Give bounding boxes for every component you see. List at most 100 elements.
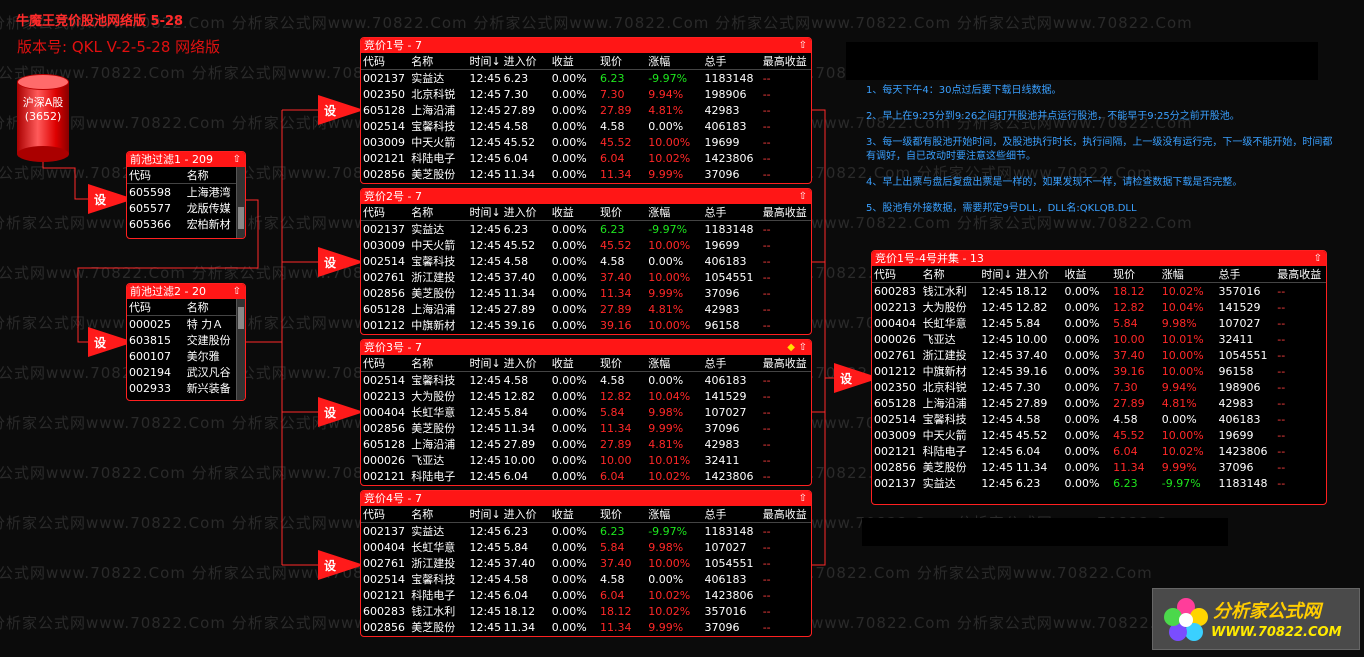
table-row[interactable]: 002514 宝馨科技 12:45 4.58 0.00% 4.58 0.00% 406183-… — [361, 253, 811, 269]
column-header[interactable]: 总手 — [702, 53, 761, 70]
column-header[interactable]: 总手 — [1216, 266, 1276, 283]
set-node-6[interactable]: 设 — [318, 550, 366, 580]
column-header[interactable]: 收益 — [549, 204, 598, 221]
table-row[interactable]: 002137 实益达 12:45 6.23 0.00% 6.23 -9.97% 1183148… — [361, 221, 811, 238]
column-header[interactable]: 代码 — [361, 506, 410, 523]
set-node-3[interactable]: 设 — [318, 95, 366, 125]
table-row[interactable]: 000026 飞亚达 12:45 10.00 0.00% 10.00 10.01% 32411… — [872, 331, 1326, 347]
column-header[interactable]: 总手 — [702, 355, 761, 372]
list-item[interactable]: 603815 交建股份 — [127, 332, 245, 348]
table-row[interactable]: 605128 上海沿浦 12:45 27.89 0.00% 27.89 4.81% 42983… — [361, 436, 811, 452]
column-header[interactable]: 涨幅 — [646, 204, 703, 221]
auction-panel-1[interactable]: 竞价1号 - 7 ⇧ 代码 名称 时间↓ 进入价 收益 现价 涨幅 总手 最高收益 002137 实益… — [360, 37, 812, 184]
table-row[interactable]: 002121 科陆电子 12:45 6.04 0.00% 6.04 10.02% 142380… — [361, 468, 811, 484]
table-row[interactable]: 002121 科陆电子 12:45 6.04 0.00% 6.04 10.02% 142380… — [872, 443, 1326, 459]
collapse-icon[interactable]: ⇧ — [233, 152, 241, 167]
table-row[interactable]: 002350 北京科锐 12:45 7.30 0.00% 7.30 9.94% 198906-… — [361, 86, 811, 102]
table-row[interactable]: 002121 科陆电子 12:45 6.04 0.00% 6.04 10.02% 142380… — [361, 150, 811, 166]
table-row[interactable]: 002137 实益达 12:45 6.23 0.00% 6.23 -9.97% 1183148… — [361, 523, 811, 540]
table-row[interactable]: 605128 上海沿浦 12:45 27.89 0.00% 27.89 4.81% 42983… — [361, 301, 811, 317]
list-item[interactable]: 002194 武汉凡谷 — [127, 364, 245, 380]
table-row[interactable]: 002761 浙江建投 12:45 37.40 0.00% 37.40 10.00% 1054… — [361, 555, 811, 571]
table-row[interactable]: 002514 宝馨科技 12:45 4.58 0.00% 4.58 0.00% 406183-… — [361, 372, 811, 389]
table-row[interactable]: 001212 中旗新材 12:45 39.16 0.00% 39.16 10.00% 9615… — [361, 317, 811, 333]
table-row[interactable]: 003009 中天火箭 12:45 45.52 0.00% 45.52 10.00% 1969… — [361, 237, 811, 253]
auction-panel-3[interactable]: 竞价3号 - 7 ◆ ⇧ 代码 名称 时间↓ 进入价 收益 现价 涨幅 总手 最高收益 002514 宝… — [360, 339, 812, 486]
column-header[interactable]: 收益 — [549, 355, 598, 372]
collapse-icon[interactable]: ⇧ — [799, 491, 807, 506]
column-header[interactable]: 代码 — [361, 204, 410, 221]
table-row[interactable]: 002121 科陆电子 12:45 6.04 0.00% 6.04 10.02% 142380… — [361, 587, 811, 603]
table-row[interactable]: 002761 浙江建投 12:45 37.40 0.00% 37.40 10.00% 1054… — [872, 347, 1326, 363]
list-item[interactable]: 600107 美尔雅 — [127, 348, 245, 364]
column-header[interactable]: 总手 — [702, 506, 761, 523]
column-header[interactable]: 收益 — [1062, 266, 1112, 283]
column-header[interactable]: 进入价 — [501, 53, 550, 70]
column-header[interactable]: 涨幅 — [646, 355, 703, 372]
column-header[interactable]: 最高收益 — [760, 506, 811, 523]
table-row[interactable]: 600283 钱江水利 12:45 18.12 0.00% 18.12 10.02% 3570… — [872, 283, 1326, 300]
database-cylinder[interactable]: 沪深A股 (3652) — [17, 74, 69, 162]
column-header[interactable]: 代码 — [127, 167, 185, 184]
filter1-panel[interactable]: 前池过滤1 - 209 ⇧ 代码 名称 605598 上海港湾 605577 龙版传媒 605… — [126, 151, 246, 239]
list-item[interactable]: 002933 新兴装备 — [127, 380, 245, 396]
filter2-scrollbar[interactable] — [236, 299, 245, 400]
column-header[interactable]: 现价 — [1111, 266, 1160, 283]
table-row[interactable]: 002213 大为股份 12:45 12.82 0.00% 12.82 10.04% 1415… — [361, 388, 811, 404]
column-header[interactable]: 代码 — [127, 299, 185, 316]
column-header[interactable]: 进入价 — [501, 204, 550, 221]
column-header[interactable]: 代码 — [872, 266, 921, 283]
table-row[interactable]: 002856 美芝股份 12:45 11.34 0.00% 11.34 9.99% 37096… — [361, 420, 811, 436]
table-row[interactable]: 002856 美芝股份 12:45 11.34 0.00% 11.34 9.99% 37096… — [361, 166, 811, 182]
table-row[interactable]: 002514 宝馨科技 12:45 4.58 0.00% 4.58 0.00% 406183-… — [361, 118, 811, 134]
column-header[interactable]: 时间↓ — [467, 53, 502, 70]
table-row[interactable]: 605128 上海沿浦 12:45 27.89 0.00% 27.89 4.81% 42983… — [361, 102, 811, 118]
column-header[interactable]: 涨幅 — [1159, 266, 1217, 283]
column-header[interactable]: 收益 — [549, 506, 598, 523]
column-header[interactable]: 现价 — [598, 506, 647, 523]
set-node-4[interactable]: 设 — [318, 247, 366, 277]
collapse-icon[interactable]: ⇧ — [799, 38, 807, 53]
table-row[interactable]: 002137 实益达 12:45 6.23 0.00% 6.23 -9.97% 1183148… — [361, 70, 811, 87]
table-row[interactable]: 002856 美芝股份 12:45 11.34 0.00% 11.34 9.99% 37096… — [361, 285, 811, 301]
column-header[interactable]: 名称 — [409, 355, 468, 372]
column-header[interactable]: 进入价 — [1013, 266, 1063, 283]
collapse-icon[interactable]: ⇧ — [799, 189, 807, 204]
auction-merge-panel[interactable]: 竞价1号-4号并集 - 13 ⇧ 代码 名称 时间↓ 进入价 收益 现价 涨幅 总手 最高收益 60… — [871, 250, 1327, 505]
table-row[interactable]: 002137 实益达 12:45 6.23 0.00% 6.23 -9.97% 1183148… — [872, 475, 1326, 491]
column-header[interactable]: 进入价 — [501, 355, 550, 372]
column-header[interactable]: 最高收益 — [760, 53, 811, 70]
table-row[interactable]: 000026 飞亚达 12:45 10.00 0.00% 10.00 10.01% 32411… — [361, 452, 811, 468]
column-header[interactable]: 涨幅 — [646, 506, 703, 523]
table-row[interactable]: 002856 美芝股份 12:45 11.34 0.00% 11.34 9.99% 37096… — [872, 459, 1326, 475]
list-item[interactable]: 000025 特 力Ａ — [127, 316, 245, 333]
table-row[interactable]: 002350 北京科锐 12:45 7.30 0.00% 7.30 9.94% 198906-… — [872, 379, 1326, 395]
table-row[interactable]: 002213 大为股份 12:45 12.82 0.00% 12.82 10.04% 1415… — [872, 299, 1326, 315]
table-row[interactable]: 002514 宝馨科技 12:45 4.58 0.00% 4.58 0.00% 406183-… — [872, 411, 1326, 427]
collapse-icon[interactable]: ⇧ — [1314, 251, 1322, 266]
column-header[interactable]: 现价 — [598, 53, 647, 70]
column-header[interactable]: 进入价 — [501, 506, 550, 523]
table-row[interactable]: 000404 长虹华意 12:45 5.84 0.00% 5.84 9.98% 107027-… — [872, 315, 1326, 331]
filter1-scrollbar[interactable] — [236, 167, 245, 238]
column-header[interactable]: 时间↓ — [467, 204, 502, 221]
column-header[interactable]: 时间↓ — [467, 506, 502, 523]
column-header[interactable]: 现价 — [598, 355, 647, 372]
column-header[interactable]: 最高收益 — [1275, 266, 1326, 283]
column-header[interactable]: 最高收益 — [760, 204, 811, 221]
table-row[interactable]: 600283 钱江水利 12:45 18.12 0.00% 18.12 10.02% 3570… — [361, 603, 811, 619]
set-node-5[interactable]: 设 — [318, 397, 366, 427]
list-item[interactable]: 605598 上海港湾 — [127, 184, 245, 201]
column-header[interactable]: 名称 — [920, 266, 980, 283]
column-header[interactable]: 时间↓ — [979, 266, 1014, 283]
column-header[interactable]: 涨幅 — [646, 53, 703, 70]
auction-panel-4[interactable]: 竞价4号 - 7 ⇧ 代码 名称 时间↓ 进入价 收益 现价 涨幅 总手 最高收益 002137 实益… — [360, 490, 812, 637]
column-header[interactable]: 名称 — [409, 204, 468, 221]
column-header[interactable]: 时间↓ — [467, 355, 502, 372]
column-header[interactable]: 最高收益 — [760, 355, 811, 372]
table-row[interactable]: 002856 美芝股份 12:45 11.34 0.00% 11.34 9.99% 37096… — [361, 619, 811, 635]
table-row[interactable]: 003009 中天火箭 12:45 45.52 0.00% 45.52 10.00% 1969… — [872, 427, 1326, 443]
list-item[interactable]: 605577 龙版传媒 — [127, 200, 245, 216]
column-header[interactable]: 现价 — [598, 204, 647, 221]
auction-panel-2[interactable]: 竞价2号 - 7 ⇧ 代码 名称 时间↓ 进入价 收益 现价 涨幅 总手 最高收益 002137 实益… — [360, 188, 812, 335]
